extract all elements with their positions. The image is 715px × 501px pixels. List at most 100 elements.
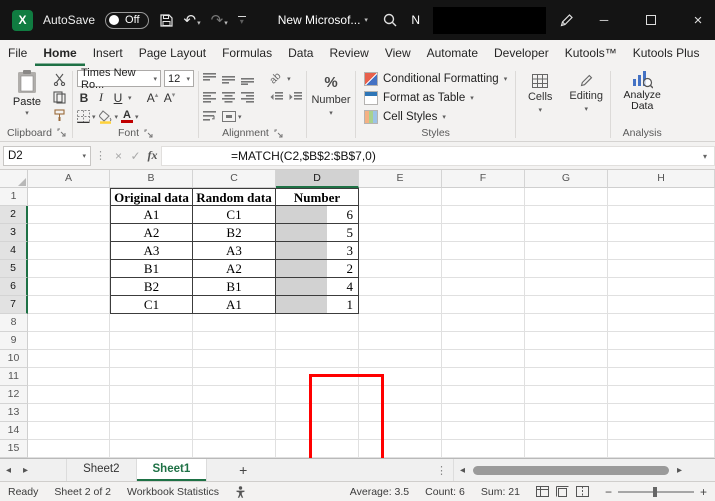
cell-B2[interactable]: A1 <box>110 206 193 224</box>
cell-A9[interactable] <box>28 332 110 350</box>
cell-C5[interactable]: A2 <box>193 260 276 278</box>
tab-kutools-plus[interactable]: Kutools Plus <box>625 40 708 66</box>
cell-B4[interactable]: A3 <box>110 242 193 260</box>
cell-F4[interactable] <box>442 242 525 260</box>
sheet-tab-sheet2[interactable]: Sheet2 <box>66 459 137 481</box>
cell-C8[interactable] <box>193 314 276 332</box>
column-header-F[interactable]: F <box>442 170 525 188</box>
cell-H8[interactable] <box>608 314 715 332</box>
cell-B1[interactable]: Original data <box>110 188 193 206</box>
new-sheet-button[interactable]: + <box>233 462 253 478</box>
cell-E9[interactable] <box>359 332 442 350</box>
scroll-right-icon[interactable]: ▸ <box>671 465 688 476</box>
cell-G14[interactable] <box>525 422 608 440</box>
cell-H4[interactable] <box>608 242 715 260</box>
cell-A13[interactable] <box>28 404 110 422</box>
cell-A6[interactable] <box>28 278 110 296</box>
row-header-12[interactable]: 12 <box>0 386 28 404</box>
cell-C12[interactable] <box>193 386 276 404</box>
cell-B7[interactable]: C1 <box>110 296 193 314</box>
tab-data[interactable]: Data <box>280 40 321 66</box>
row-header-11[interactable]: 11 <box>0 368 28 386</box>
maximize-button[interactable] <box>634 0 668 40</box>
cell-B6[interactable]: B2 <box>110 278 193 296</box>
sheet-tab-sheet1[interactable]: Sheet1 <box>136 459 208 481</box>
format-as-table-button[interactable]: Format as Table ▾ <box>360 88 511 107</box>
row-header-3[interactable]: 3 <box>0 224 28 242</box>
cell-C4[interactable]: A3 <box>193 242 276 260</box>
cell-D11[interactable] <box>276 368 359 386</box>
underline-button[interactable]: U <box>111 91 125 105</box>
cell-D14[interactable] <box>276 422 359 440</box>
cell-C2[interactable]: C1 <box>193 206 276 224</box>
cell-H3[interactable] <box>608 224 715 242</box>
cell-A15[interactable] <box>28 440 110 458</box>
alignment-dialog-launcher[interactable] <box>274 129 283 138</box>
cell-F5[interactable] <box>442 260 525 278</box>
cell-D4[interactable]: 3 <box>276 242 359 260</box>
cell-E14[interactable] <box>359 422 442 440</box>
row-header-8[interactable]: 8 <box>0 314 28 332</box>
font-color-button[interactable]: A ▾ <box>121 110 139 123</box>
underline-chevron-icon[interactable]: ▾ <box>128 94 132 102</box>
cell-F11[interactable] <box>442 368 525 386</box>
analyze-data-button[interactable]: Analyze Data <box>615 69 669 125</box>
page-break-view-button[interactable] <box>575 486 589 497</box>
cell-A2[interactable] <box>28 206 110 224</box>
cell-E12[interactable] <box>359 386 442 404</box>
align-center-button[interactable] <box>222 91 235 104</box>
tab-home[interactable]: Home <box>35 40 84 66</box>
row-header-7[interactable]: 7 <box>0 296 28 314</box>
cell-B12[interactable] <box>110 386 193 404</box>
cell-G5[interactable] <box>525 260 608 278</box>
cell-G11[interactable] <box>525 368 608 386</box>
excel-logo-icon[interactable]: X <box>12 9 33 31</box>
cell-D7[interactable]: 1 <box>276 296 359 314</box>
cell-F10[interactable] <box>442 350 525 368</box>
cell-A11[interactable] <box>28 368 110 386</box>
tab-file[interactable]: File <box>0 40 35 66</box>
cell-E4[interactable] <box>359 242 442 260</box>
cell-H5[interactable] <box>608 260 715 278</box>
cell-H12[interactable] <box>608 386 715 404</box>
undo-button[interactable]: ↶ ▾ <box>184 11 201 29</box>
wrap-text-button[interactable] <box>203 110 216 123</box>
paste-button[interactable]: Paste ▾ <box>5 69 49 125</box>
save-icon[interactable] <box>159 13 174 28</box>
cell-C6[interactable]: B1 <box>193 278 276 296</box>
cell-D6[interactable]: 4 <box>276 278 359 296</box>
cell-F12[interactable] <box>442 386 525 404</box>
tab-review[interactable]: Review <box>321 40 376 66</box>
cell-H13[interactable] <box>608 404 715 422</box>
merge-center-button[interactable]: ▾ <box>222 111 242 122</box>
name-box[interactable]: D2 ▾ <box>3 145 91 166</box>
cell-F15[interactable] <box>442 440 525 458</box>
copy-icon[interactable] <box>53 91 66 104</box>
column-header-C[interactable]: C <box>193 170 276 188</box>
accessibility-icon[interactable] <box>235 485 246 498</box>
cell-D5[interactable]: 2 <box>276 260 359 278</box>
cell-E13[interactable] <box>359 404 442 422</box>
cell-G4[interactable] <box>525 242 608 260</box>
tab-developer[interactable]: Developer <box>486 40 557 66</box>
cell-B10[interactable] <box>110 350 193 368</box>
row-header-5[interactable]: 5 <box>0 260 28 278</box>
cell-C1[interactable]: Random data <box>193 188 276 206</box>
cell-E5[interactable] <box>359 260 442 278</box>
cell-C10[interactable] <box>193 350 276 368</box>
column-header-B[interactable]: B <box>110 170 193 188</box>
cell-G12[interactable] <box>525 386 608 404</box>
row-header-4[interactable]: 4 <box>0 242 28 260</box>
row-header-10[interactable]: 10 <box>0 350 28 368</box>
cell-A4[interactable] <box>28 242 110 260</box>
align-top-button[interactable] <box>203 72 216 85</box>
cell-F6[interactable] <box>442 278 525 296</box>
conditional-formatting-button[interactable]: Conditional Formatting ▾ <box>360 69 511 88</box>
cell-G13[interactable] <box>525 404 608 422</box>
row-header-9[interactable]: 9 <box>0 332 28 350</box>
cell-D10[interactable] <box>276 350 359 368</box>
name-box-resizer[interactable]: ⋮ <box>91 149 110 162</box>
cell-H15[interactable] <box>608 440 715 458</box>
cells-group-button[interactable]: Cells ▾ <box>517 68 563 141</box>
orientation-chevron-icon[interactable]: ▾ <box>287 75 291 83</box>
